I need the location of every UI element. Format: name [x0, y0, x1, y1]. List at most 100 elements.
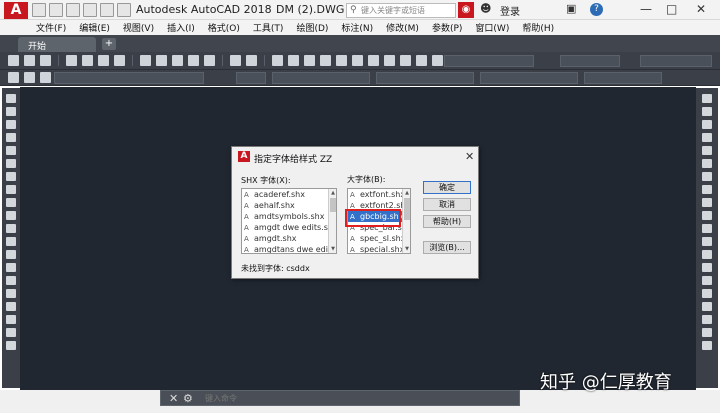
list-item[interactable]: Aspec_sl.shx — [348, 233, 410, 244]
close-icon[interactable]: ✕ — [696, 2, 706, 16]
list-item[interactable]: Aextfont.shx — [348, 189, 410, 200]
user-icon[interactable]: ☻ — [480, 2, 491, 15]
break-icon[interactable] — [702, 250, 712, 259]
linetype-combo[interactable] — [376, 72, 474, 84]
scroll-up-icon[interactable]: ▲ — [329, 189, 336, 197]
login-button[interactable]: 登录 — [500, 3, 520, 18]
search-input[interactable]: ⚲ 键入关键字或短语 — [346, 3, 456, 18]
menu-view[interactable]: 视图(V) — [123, 21, 154, 34]
scroll-thumb[interactable] — [330, 198, 336, 212]
circle-icon[interactable] — [6, 172, 16, 181]
publish-icon[interactable] — [98, 55, 109, 66]
region-icon[interactable] — [6, 302, 16, 311]
plot-style-combo[interactable] — [584, 72, 662, 84]
open-icon[interactable] — [49, 3, 63, 17]
layer-freeze-icon[interactable] — [40, 72, 51, 83]
rectangle-icon[interactable] — [6, 146, 16, 155]
undo-icon[interactable] — [230, 55, 241, 66]
scroll-up-icon[interactable]: ▲ — [403, 189, 410, 197]
save-as-icon[interactable] — [83, 3, 97, 17]
scroll-down-icon[interactable]: ▼ — [329, 245, 336, 253]
menu-draw[interactable]: 绘图(D) — [296, 21, 328, 34]
menu-file[interactable]: 文件(F) — [36, 21, 66, 34]
fillet-icon[interactable] — [702, 289, 712, 298]
print-icon[interactable] — [66, 55, 77, 66]
ellipse-icon[interactable] — [6, 211, 16, 220]
table-style-combo[interactable] — [640, 55, 712, 67]
make-block-icon[interactable] — [6, 250, 16, 259]
spline-icon[interactable] — [6, 198, 16, 207]
sheet-set-icon[interactable] — [384, 55, 395, 66]
block-icon[interactable] — [204, 55, 215, 66]
new-icon[interactable] — [32, 3, 46, 17]
zoom-realtime-icon[interactable] — [288, 55, 299, 66]
browse-button[interactable]: 浏览(B)... — [423, 241, 471, 254]
calculator-icon[interactable] — [416, 55, 427, 66]
list-item[interactable]: Aspecial.shx — [348, 244, 410, 253]
line-icon[interactable] — [6, 94, 16, 103]
menu-tools[interactable]: 工具(T) — [253, 21, 284, 34]
hatch-icon[interactable] — [6, 276, 16, 285]
dim-style-combo[interactable] — [560, 55, 620, 67]
redo-icon[interactable] — [246, 55, 257, 66]
copy-icon[interactable] — [156, 55, 167, 66]
rotate-icon[interactable] — [702, 172, 712, 181]
menu-window[interactable]: 窗口(W) — [475, 21, 509, 34]
add-tab-button[interactable]: + — [102, 38, 116, 50]
cut-icon[interactable] — [140, 55, 151, 66]
cart-icon[interactable]: ▣ — [566, 2, 576, 15]
revcloud-icon[interactable] — [6, 185, 16, 194]
chamfer-icon[interactable] — [702, 276, 712, 285]
close-icon[interactable]: ✕ — [169, 392, 178, 405]
color-combo[interactable] — [272, 72, 370, 84]
layer-on-icon[interactable] — [24, 72, 35, 83]
text-style-combo[interactable] — [444, 55, 534, 67]
scroll-thumb[interactable] — [404, 198, 410, 220]
explode-icon[interactable] — [702, 315, 712, 324]
extend-icon[interactable] — [702, 224, 712, 233]
gradient-icon[interactable] — [6, 289, 16, 298]
offset-icon[interactable] — [702, 133, 712, 142]
layer-manager-icon[interactable] — [8, 72, 19, 83]
blend-curves-icon[interactable] — [702, 302, 712, 311]
properties-icon[interactable] — [336, 55, 347, 66]
minimize-icon[interactable]: — — [640, 2, 652, 16]
command-input[interactable] — [201, 393, 501, 404]
copy-object-icon[interactable] — [702, 107, 712, 116]
maximize-icon[interactable]: □ — [666, 2, 677, 16]
array-icon[interactable] — [702, 146, 712, 155]
undo-icon[interactable] — [117, 3, 131, 17]
binoculars-icon[interactable]: ◉ — [458, 2, 474, 18]
trim-icon[interactable] — [702, 211, 712, 220]
menu-dimension[interactable]: 标注(N) — [341, 21, 373, 34]
bigfont-list-scrollbar[interactable]: ▲ ▼ — [402, 189, 410, 253]
print-icon[interactable] — [100, 3, 114, 17]
layer-previous-combo[interactable] — [236, 72, 266, 84]
zoom-previous-icon[interactable] — [320, 55, 331, 66]
mirror-icon[interactable] — [702, 120, 712, 129]
close-icon[interactable]: ✕ — [465, 150, 474, 163]
layer-combo[interactable] — [54, 72, 204, 84]
join-icon[interactable] — [702, 263, 712, 272]
lineweight-combo[interactable] — [480, 72, 578, 84]
polyline-icon[interactable] — [6, 120, 16, 129]
list-item[interactable]: Aamgdt dwe edits.s — [242, 222, 336, 233]
wrench-icon[interactable]: ⚙ — [183, 392, 193, 405]
pan-icon[interactable] — [272, 55, 283, 66]
menu-parametric[interactable]: 参数(P) — [432, 21, 462, 34]
shx-font-list[interactable]: Aacaderef.shx Aaehalf.shx Aamdtsymbols.s… — [241, 188, 337, 254]
move-icon[interactable] — [702, 159, 712, 168]
point-icon[interactable] — [6, 263, 16, 272]
new-icon[interactable] — [8, 55, 19, 66]
menu-modify[interactable]: 修改(M) — [386, 21, 419, 34]
lengthen-icon[interactable] — [702, 341, 712, 350]
edit-polyline-icon[interactable] — [702, 328, 712, 337]
polygon-icon[interactable] — [6, 133, 16, 142]
match-properties-icon[interactable] — [188, 55, 199, 66]
save-icon[interactable] — [66, 3, 80, 17]
paste-icon[interactable] — [172, 55, 183, 66]
plot-icon[interactable] — [114, 55, 125, 66]
help-button[interactable]: 帮助(H) — [423, 215, 471, 228]
menu-help[interactable]: 帮助(H) — [522, 21, 554, 34]
list-item[interactable]: Aacaderef.shx — [242, 189, 336, 200]
